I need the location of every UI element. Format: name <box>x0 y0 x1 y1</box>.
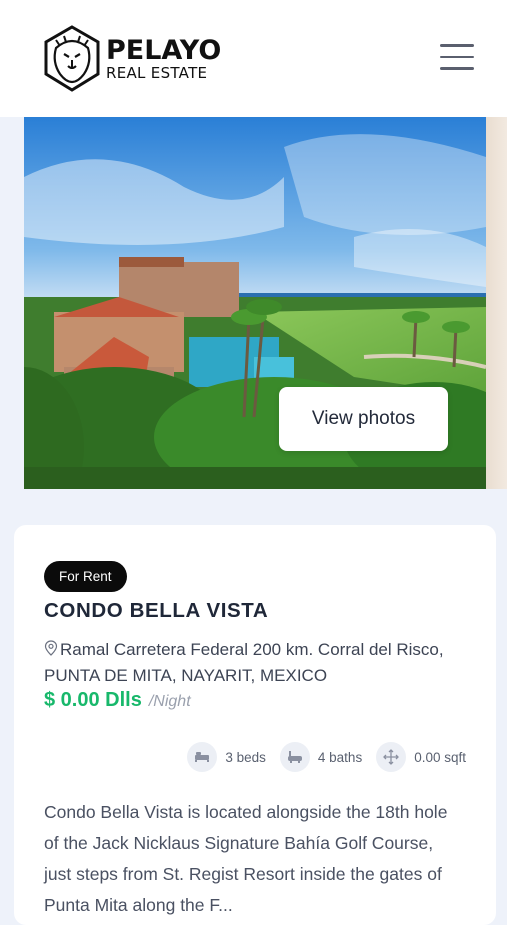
price-unit: /Night <box>148 693 191 710</box>
listing-description: Condo Bella Vista is located alongside t… <box>44 802 448 915</box>
price-row: $ 0.00 Dlls /Night <box>44 689 191 712</box>
site-header: PELAYO REAL ESTATE <box>0 0 507 117</box>
features-row: 3 beds 4 baths 0.00 sqft <box>173 742 466 772</box>
hamburger-menu-icon[interactable] <box>440 44 474 72</box>
view-photos-button[interactable]: View photos <box>279 387 448 451</box>
brand-logo[interactable]: PELAYO REAL ESTATE <box>42 24 221 94</box>
area-feature: 0.00 sqft <box>376 742 466 772</box>
baths-feature: 4 baths <box>279 742 363 772</box>
brand-name: PELAYO <box>106 35 222 66</box>
listing-card: For Rent CONDO BELLA VISTA Ramal Carrete… <box>14 525 496 925</box>
area-arrows-icon <box>376 742 407 772</box>
next-photo-preview[interactable] <box>486 117 507 489</box>
beds-feature: 3 beds <box>187 742 266 772</box>
area-label: 0.00 sqft <box>414 749 466 765</box>
listing-title[interactable]: CONDO BELLA VISTA <box>44 599 268 623</box>
photo-gallery[interactable]: View photos <box>0 117 507 489</box>
bathtub-icon <box>279 742 310 772</box>
listing-address: Ramal Carretera Federal 200 km. Corral d… <box>44 637 464 689</box>
status-badge: For Rent <box>44 561 127 592</box>
baths-label: 4 baths <box>317 749 363 765</box>
price: $ 0.00 Dlls <box>44 689 142 711</box>
bed-icon <box>187 742 218 772</box>
beds-label: 3 beds <box>225 749 266 765</box>
brand-tagline: REAL ESTATE <box>106 64 208 82</box>
location-pin-icon <box>44 640 58 656</box>
address-text: Ramal Carretera Federal 200 km. Corral d… <box>44 640 444 685</box>
lion-logo-icon <box>44 25 100 92</box>
